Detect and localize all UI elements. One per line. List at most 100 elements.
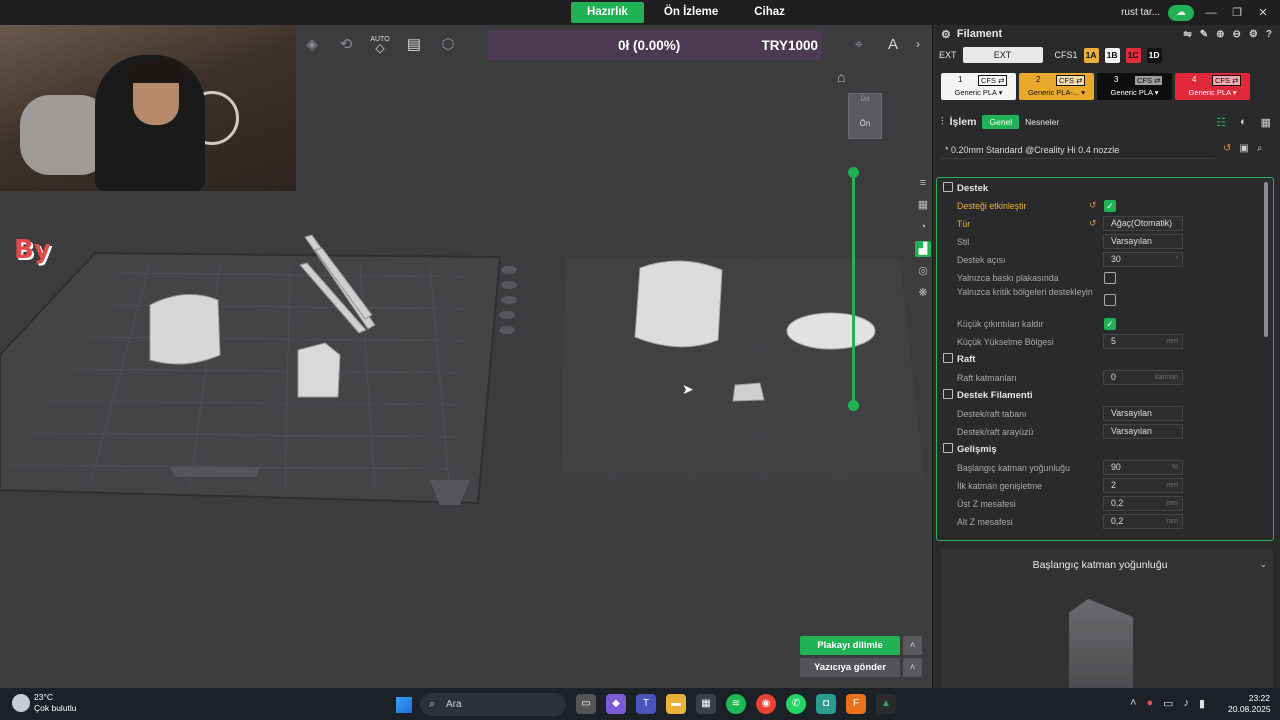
display-icon[interactable]: ▭ (1163, 697, 1173, 710)
raft-layers-input[interactable]: 0 katman (1103, 370, 1183, 385)
model-bracket[interactable] (297, 342, 341, 398)
cfs-chip-1b[interactable]: 1B (1104, 47, 1120, 63)
auto-orient-icon[interactable]: AUTO ◇ (366, 31, 394, 57)
raft-interface-select[interactable]: Varsayılan (1103, 424, 1183, 439)
app-icon[interactable]: ◘ (816, 694, 836, 714)
layer-slider[interactable] (852, 171, 855, 407)
quality-icon[interactable]: ≡ (915, 175, 931, 191)
settings-scrollbar[interactable] (1264, 182, 1268, 337)
paint-icon[interactable]: ◐ (1240, 116, 1247, 129)
cfs-chip-1d[interactable]: 1D (1146, 47, 1162, 63)
view-cube[interactable]: Üst Ön (848, 93, 882, 139)
angle-input[interactable]: 30 ° (1103, 252, 1183, 267)
3d-viewport[interactable]: By ◈ ⟲ AUTO ◇ ▤ ⬡ 0ł (0.00%) TRY1000 ⌖ A … (0, 25, 932, 688)
plate-only-checkbox[interactable] (1104, 272, 1116, 284)
fusion-icon[interactable]: F (846, 694, 866, 714)
model-disc[interactable] (786, 312, 876, 350)
style-select[interactable]: Varsayılan (1103, 234, 1183, 249)
tab-objects[interactable]: Nesneler (1025, 117, 1059, 127)
text-tool-icon[interactable]: A (879, 31, 907, 57)
rotate-icon[interactable]: ⟲ (332, 31, 360, 57)
multimaterial-icon[interactable]: ❋ (915, 285, 931, 301)
filament-slot-3[interactable]: 3 CFS ⇄ Generic PLA ▾ (1097, 73, 1172, 100)
others-icon[interactable]: ◎ (915, 263, 931, 279)
initial-expansion-input[interactable]: 2 mm (1103, 478, 1183, 493)
slice-options-button[interactable]: ˄ (903, 636, 922, 655)
teams-icon[interactable]: T (636, 694, 656, 714)
home-view-icon[interactable]: ⌂ (837, 69, 845, 85)
send-to-printer-button[interactable]: Yazıcıya gönder (800, 658, 900, 677)
arrange-icon[interactable]: ▤ (400, 31, 428, 57)
file-explorer-icon[interactable]: ▬ (666, 694, 686, 714)
ext-selector[interactable]: EXT (962, 47, 1043, 63)
collapse-icon[interactable]: ⌄ (1259, 559, 1267, 570)
reset-icon[interactable]: ↺ (1089, 218, 1097, 229)
tab-device[interactable]: Cihaz (738, 2, 801, 23)
filament-slot-4[interactable]: 4 CFS ⇄ Generic PLA ▾ (1175, 73, 1250, 100)
cloud-sync-icon[interactable]: ☁ (1168, 4, 1194, 21)
model-small-part[interactable] (732, 382, 765, 402)
add-object-icon[interactable]: ◈ (298, 31, 326, 57)
advanced-toggle-icon[interactable]: ▦ (1261, 116, 1271, 129)
bottom-z-input[interactable]: 0,2 mm (1103, 514, 1183, 529)
slice-plate-button[interactable]: Plakayı dilimle (800, 636, 900, 655)
raise-area-input[interactable]: 5 mm (1103, 334, 1183, 349)
raft-base-select[interactable]: Varsayılan (1103, 406, 1183, 421)
sync-icon[interactable]: ⇋ (1183, 29, 1191, 40)
tab-prepare[interactable]: Hazırlık (571, 2, 644, 23)
strength-icon[interactable]: ▦ (915, 197, 931, 213)
close-button[interactable]: ✕ (1254, 6, 1272, 19)
filament-slot-2[interactable]: 2 CFS ⇄ Generic PLA-... ▾ (1019, 73, 1094, 100)
spotify-icon[interactable]: ≋ (726, 694, 746, 714)
store-icon[interactable]: ▦ (696, 694, 716, 714)
task-view-icon[interactable]: ▭ (576, 694, 596, 714)
tab-general[interactable]: Genel (982, 115, 1020, 129)
layer-slider-bottom-handle[interactable] (848, 400, 859, 411)
initial-density-input[interactable]: 90% (1103, 460, 1183, 475)
volume-icon[interactable]: ♪ (1184, 697, 1190, 710)
enable-support-checkbox[interactable]: ✓ (1104, 200, 1116, 212)
measure-icon[interactable]: ⌖ (845, 31, 873, 57)
cfs-chip-1c[interactable]: 1C (1125, 47, 1141, 63)
whatsapp-icon[interactable]: ✆ (786, 694, 806, 714)
reset-icon[interactable]: ↺ (1089, 200, 1097, 211)
copilot-icon[interactable]: ◆ (606, 694, 626, 714)
maximize-button[interactable]: ❐ (1228, 6, 1246, 19)
save-icon[interactable]: ▣ (1239, 143, 1248, 154)
critical-only-checkbox[interactable] (1104, 294, 1116, 306)
undo-icon[interactable]: ↺ (1223, 143, 1231, 154)
settings-gear-icon[interactable]: ⚙ (1249, 29, 1258, 40)
remove-small-checkbox[interactable]: ✓ (1104, 318, 1116, 330)
tab-preview[interactable]: Ön İzleme (648, 2, 734, 23)
taskbar-search[interactable]: ⌕ Ara (420, 693, 566, 716)
chevron-up-icon[interactable]: ˄ (1130, 697, 1136, 710)
creality-print-icon[interactable]: ▲ (876, 694, 896, 714)
mic-icon[interactable]: ● (1146, 697, 1153, 710)
empty-plate[interactable] (559, 256, 926, 481)
user-name[interactable]: rust tar... (1121, 7, 1160, 18)
remove-icon[interactable]: ⊖ (1233, 29, 1241, 40)
compare-icon[interactable]: ☷ (1216, 116, 1226, 129)
support-icon[interactable]: ▟ (915, 241, 931, 257)
help-icon[interactable]: ? (1266, 29, 1272, 40)
model-cylinder-right[interactable] (634, 260, 723, 348)
process-preset-select[interactable]: * 0.20mm Standard @Creality Hi 0.4 nozzl… (941, 141, 1215, 159)
add-icon[interactable]: ⊕ (1216, 29, 1224, 40)
minimize-button[interactable]: — (1202, 7, 1220, 19)
taskbar-clock[interactable]: 23:22 20.08.2025 (1228, 693, 1271, 715)
top-z-input[interactable]: 0,2 mm (1103, 496, 1183, 511)
send-options-button[interactable]: ˄ (903, 658, 922, 677)
layout-icon[interactable]: ⬡ (434, 31, 462, 57)
layer-slider-top-handle[interactable] (848, 167, 859, 178)
speed-icon[interactable]: ◔ (915, 219, 931, 235)
chevron-right-icon[interactable]: › (916, 37, 920, 51)
type-select[interactable]: Ağaç(Otomatik) (1103, 216, 1183, 231)
model-cylinder-left[interactable] (149, 294, 221, 365)
search-icon[interactable]: ⌕ (1257, 143, 1263, 154)
cfs-chip-1a[interactable]: 1A (1083, 47, 1099, 63)
chrome-icon[interactable]: ◉ (756, 694, 776, 714)
battery-icon[interactable]: ▮ (1199, 697, 1205, 710)
windows-start-icon[interactable] (396, 697, 412, 713)
edit-icon[interactable]: ✎ (1200, 29, 1208, 40)
filament-slot-1[interactable]: 1 CFS ⇄ Generic PLA ▾ (941, 73, 1016, 100)
